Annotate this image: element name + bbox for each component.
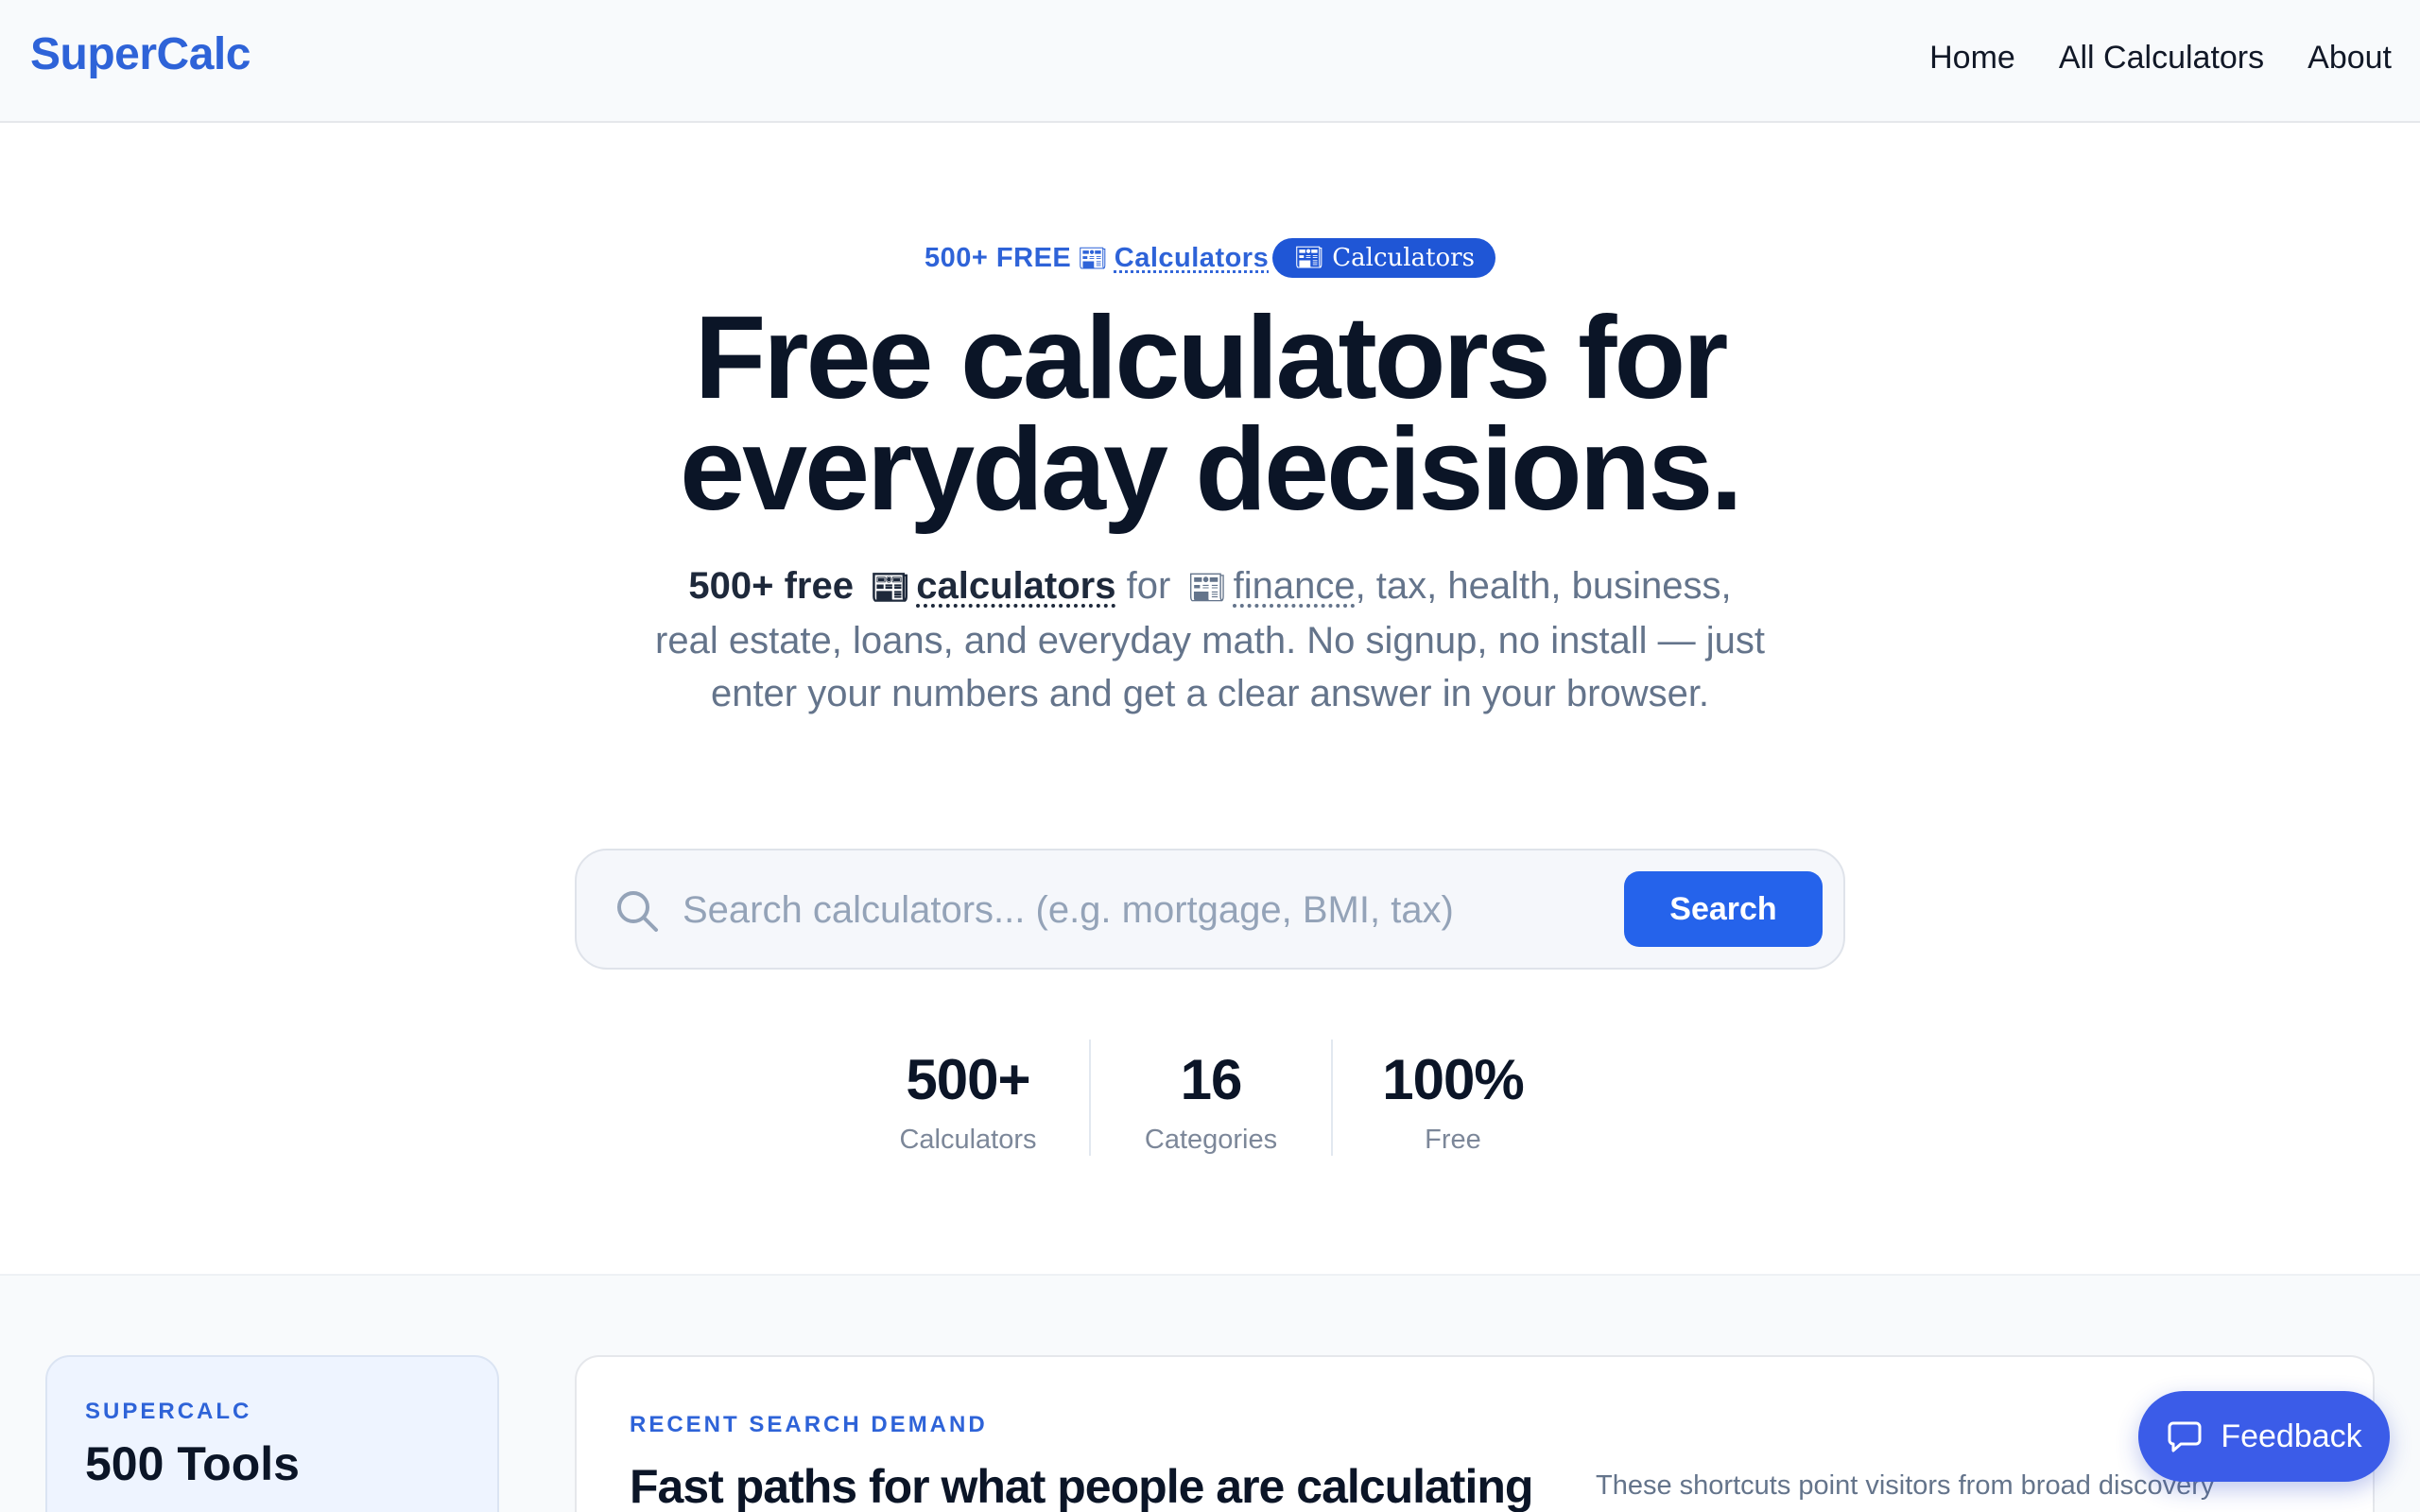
stat-value: 100% (1382, 1048, 1524, 1111)
stats-row: 500+ Calculators 16 Categories 100% Free (0, 1040, 2420, 1156)
hero-eyebrow: 500+ FREE 📰︎ Calculators 📰︎ Calculators (0, 238, 2420, 278)
side-card-kicker: SUPERCALC (85, 1399, 252, 1424)
side-card-title: 500 Tools (85, 1437, 300, 1490)
stat-label: Calculators (899, 1125, 1037, 1155)
pill-label: Calculators (1332, 244, 1475, 272)
nav-home[interactable]: Home (1929, 40, 2015, 77)
sub-calculators-link[interactable]: calculators (916, 565, 1115, 607)
side-card: SUPERCALC 500 Tools (45, 1355, 499, 1512)
stat-value: 500+ (906, 1048, 1030, 1111)
stat-categories: 16 Categories (1089, 1040, 1331, 1156)
chat-bubble-icon (2168, 1421, 2202, 1452)
nav-all-calculators[interactable]: All Calculators (2059, 40, 2264, 77)
newspaper-icon: 📰︎ (1077, 243, 1109, 272)
sub-for: for (1126, 565, 1171, 607)
stat-calculators: 500+ Calculators (847, 1040, 1089, 1156)
newspaper-icon: 📰︎ (870, 570, 911, 606)
logo[interactable]: SuperCalc (30, 28, 251, 80)
sub-finance-link[interactable]: finance (1234, 565, 1356, 607)
sub-rest-line1: , tax, health, (1355, 565, 1562, 607)
eyebrow-link[interactable]: Calculators (1115, 243, 1269, 274)
site-header: SuperCalc Home All Calculators About (0, 0, 2420, 123)
nav-about[interactable]: About (2308, 40, 2392, 77)
feedback-label: Feedback (2221, 1418, 2362, 1454)
main-nav: Home All Calculators About (1929, 40, 2392, 77)
newspaper-icon: 📰︎ (1293, 244, 1325, 272)
search-bar: Search (575, 849, 1845, 970)
lower-section: SUPERCALC 500 Tools RECENT SEARCH DEMAND… (0, 1274, 2420, 1512)
search-button[interactable]: Search (1624, 871, 1823, 947)
stat-label: Categories (1144, 1125, 1278, 1155)
eyebrow-prefix: 500+ FREE (925, 242, 1072, 273)
main-card-kicker: RECENT SEARCH DEMAND (630, 1412, 988, 1437)
search-icon (617, 891, 658, 932)
stat-label: Free (1425, 1125, 1481, 1155)
stat-free: 100% Free (1331, 1040, 1573, 1156)
stat-value: 16 (1180, 1048, 1243, 1111)
sub-strong: 500+ free (688, 565, 854, 607)
calculators-pill[interactable]: 📰︎ Calculators (1272, 238, 1495, 278)
main-card-title: Fast paths for what people are calculati… (630, 1460, 1533, 1512)
feedback-button[interactable]: Feedback (2138, 1391, 2390, 1482)
newspaper-icon: 📰︎ (1186, 570, 1228, 606)
search-input[interactable] (683, 879, 1533, 941)
hero-subtitle: 500+ free 📰︎ calculators for 📰︎ finance, t… (652, 559, 1768, 720)
hero-title: Free calculators for everyday decisions. (0, 300, 2420, 528)
hero-title-line2: everyday decisions. (680, 404, 1743, 535)
recent-search-card: RECENT SEARCH DEMAND Fast paths for what… (575, 1355, 2375, 1512)
